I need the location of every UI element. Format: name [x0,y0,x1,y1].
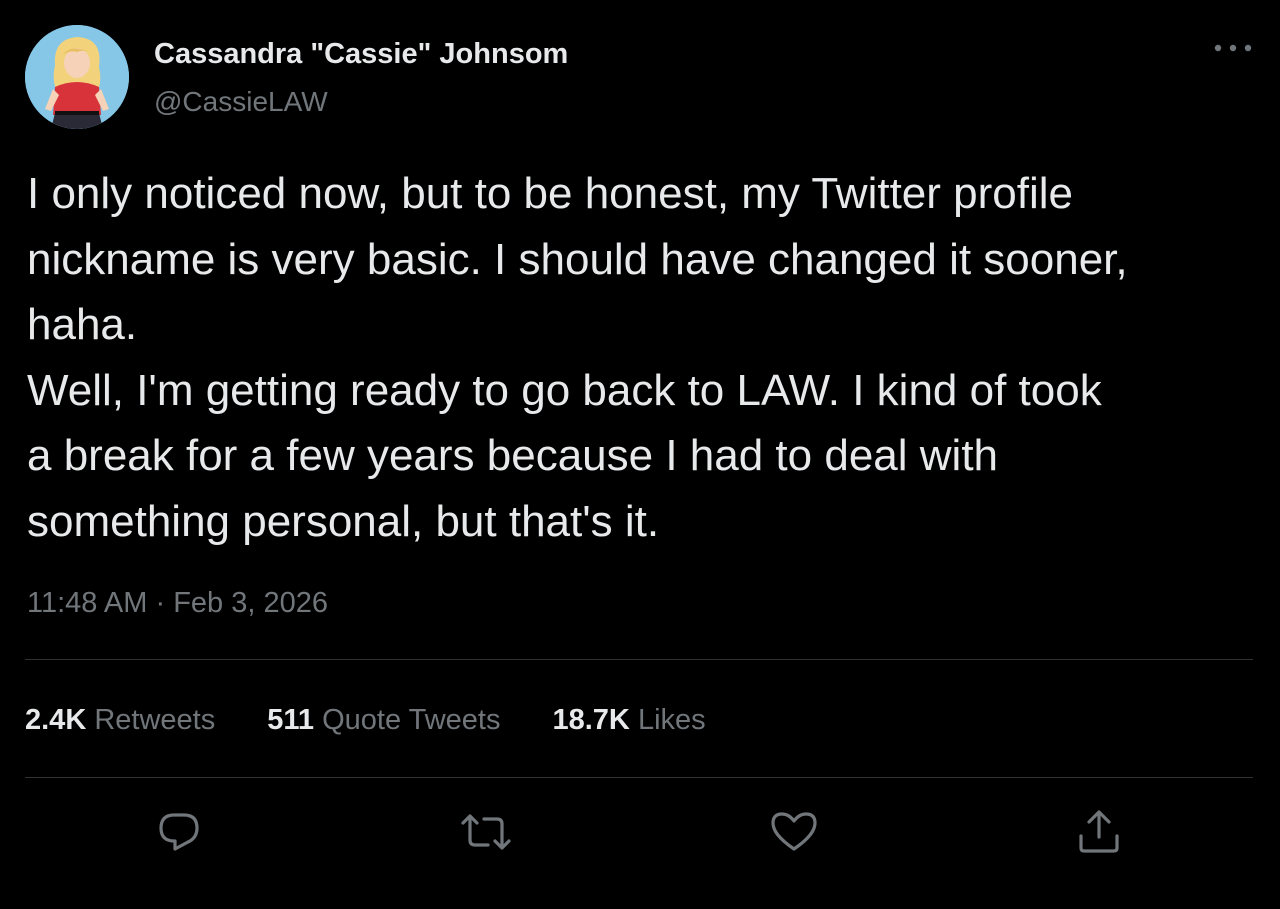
tweet-time[interactable]: 11:48 AM [27,587,147,619]
divider [25,777,1253,778]
author-handle[interactable]: @CassieLAW [154,86,328,118]
tweet-detail: Cassandra "Cassie" Johnsom @CassieLAW I … [0,0,1280,909]
tweet-timestamp: 11:48 AM · Feb 3, 2026 [27,587,328,620]
tweet-text: I only noticed now, but to be honest, my… [27,169,1128,546]
quote-tweets-label: Quote Tweets [322,704,501,736]
more-options-icon[interactable] [1208,30,1258,66]
likes-count: 18.7K [552,704,630,736]
author-display-name[interactable]: Cassandra "Cassie" Johnsom [154,38,568,71]
tweet-date[interactable]: Feb 3, 2026 [173,587,328,619]
retweets-count: 2.4K [25,704,87,736]
avatar[interactable] [25,25,129,129]
retweets-label: Retweets [94,704,216,736]
likes-label: Likes [637,704,706,736]
quote-tweets-count: 511 [267,704,315,736]
divider [25,659,1253,660]
retweets-stat[interactable]: 2.4K Retweets [25,704,215,737]
timestamp-separator: · [155,587,166,619]
quote-tweets-stat[interactable]: 511 Quote Tweets [267,704,500,737]
avatar-image [25,25,129,129]
like-icon[interactable] [768,806,820,858]
retweet-icon[interactable] [458,806,511,858]
share-icon[interactable] [1073,806,1125,858]
reply-icon[interactable] [153,806,205,858]
tweet-stats: 2.4K Retweets 511 Quote Tweets 18.7K Lik… [25,704,706,737]
likes-stat[interactable]: 18.7K Likes [552,704,705,737]
